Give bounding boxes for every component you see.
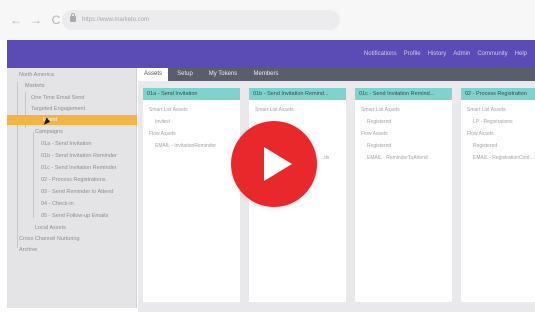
card-title[interactable]: 01b - Send Invitation Remind...: [249, 88, 346, 100]
nav-history[interactable]: History: [428, 51, 447, 57]
tree-archive[interactable]: Archive: [7, 245, 37, 255]
program-card-02[interactable]: 02 - Process Registration Smart List Ass…: [461, 88, 535, 302]
tree-cross-channel-nurturing[interactable]: Cross Channel Nurturing: [7, 234, 80, 244]
tree-01a-send-invitation[interactable]: 01a - Send Invitation: [7, 139, 91, 149]
card-title[interactable]: 01a - Send Invitation: [143, 88, 240, 100]
tree-event[interactable]: Event: [7, 115, 137, 125]
tab-my-tokens[interactable]: My Tokens: [202, 68, 244, 81]
card-asset[interactable]: Registered: [367, 142, 391, 150]
tree-north-america[interactable]: North America: [7, 70, 54, 80]
card-label: Flow Assets: [149, 131, 176, 137]
program-card-01c[interactable]: 01c - Send Invitation Remind... Smart Li…: [355, 88, 452, 302]
tree-local-assets[interactable]: Local Assets: [7, 223, 66, 233]
card-label: Flow Assets: [467, 131, 494, 137]
nav-profile[interactable]: Profile: [404, 51, 421, 57]
card-asset[interactable]: EMAIL - ReminderToAttend: [367, 154, 428, 162]
card-asset[interactable]: …ds: [319, 154, 329, 162]
card-label: Flow Assets: [361, 131, 388, 137]
tab-bar: Assets Setup My Tokens Members: [138, 68, 535, 81]
card-title[interactable]: 02 - Process Registration: [461, 88, 535, 100]
reload-icon[interactable]: C: [50, 13, 62, 27]
tree-campaigns[interactable]: Campaigns: [7, 127, 63, 137]
tab-setup[interactable]: Setup: [171, 68, 199, 81]
app-header: Notifications Profile History Admin Comm…: [7, 40, 535, 68]
card-label: Smart List Assets: [255, 107, 294, 113]
card-asset[interactable]: Invited: [155, 118, 170, 126]
tab-assets[interactable]: Assets: [138, 68, 168, 81]
nav-admin[interactable]: Admin: [453, 51, 470, 57]
forward-arrow-icon[interactable]: →: [30, 13, 42, 27]
card-title[interactable]: 01c - Send Invitation Remind...: [355, 88, 452, 100]
back-arrow-icon[interactable]: ←: [10, 13, 22, 27]
play-triangle: [264, 147, 292, 181]
browser-nav: ← → C: [10, 13, 62, 27]
tree-targeted-engagement[interactable]: Targeted Engagement: [7, 104, 85, 114]
card-asset[interactable]: EMAIL - InvitationReminder: [155, 142, 216, 150]
nav-help[interactable]: Help: [515, 51, 527, 57]
tree-one-time-email-send[interactable]: One Time Email Send: [7, 93, 85, 103]
card-asset[interactable]: Registered: [367, 118, 391, 126]
sidebar-tree: North America Markets One Time Email Sen…: [7, 68, 137, 308]
tree-05-send-follow-up[interactable]: 05 - Send Follow-up Emails: [7, 211, 108, 221]
tab-members[interactable]: Members: [247, 68, 285, 81]
card-label: Smart List Assets: [361, 107, 400, 113]
play-button-icon[interactable]: [231, 121, 317, 207]
tree-markets[interactable]: Markets: [7, 81, 45, 91]
url-text: https://www.marketo.com: [82, 17, 150, 23]
nav-notifications[interactable]: Notifications: [364, 51, 397, 57]
tree-02-process-registrations[interactable]: 02 - Process Registrations: [7, 175, 106, 185]
nav-community[interactable]: Community: [477, 51, 507, 57]
program-card-01a[interactable]: 01a - Send Invitation Smart List Assets …: [143, 88, 240, 302]
card-label: Smart List Assets: [149, 107, 188, 113]
tree-01b-send-invitation-reminder[interactable]: 01b - Send Invitation Reminder: [7, 151, 117, 161]
card-asset[interactable]: LP - Registrations: [473, 118, 513, 126]
top-nav: Notifications Profile History Admin Comm…: [364, 40, 527, 68]
tree-01c-send-invitation-reminder[interactable]: 01c - Send Invitation Reminder: [7, 163, 117, 173]
card-asset[interactable]: EMAIL - RegistrationConf...: [473, 154, 534, 162]
browser-toolbar: ← → C https://www.marketo.com: [0, 0, 535, 40]
tree-04-check-in[interactable]: 04 - Check-in: [7, 199, 74, 209]
card-label: Smart List Assets: [467, 107, 506, 113]
tree-03-send-reminder[interactable]: 03 - Send Reminder to Attend: [7, 187, 113, 197]
card-asset[interactable]: Registered: [473, 142, 497, 150]
address-bar[interactable]: https://www.marketo.com: [62, 10, 340, 30]
lock-icon: [70, 13, 76, 22]
